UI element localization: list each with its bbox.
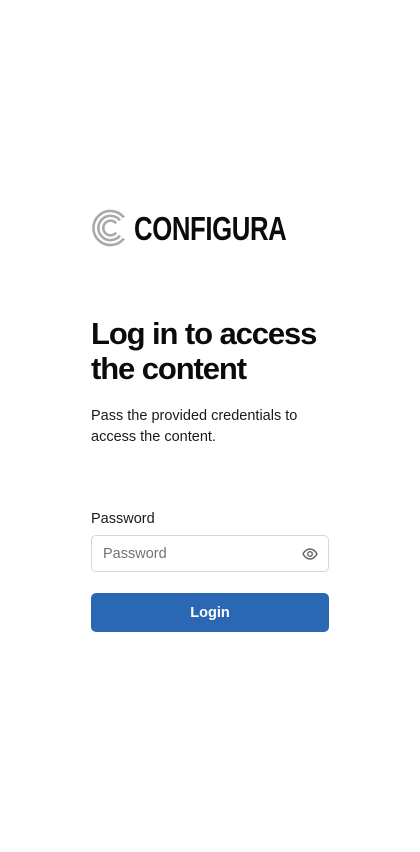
page-description: Pass the provided credentials to access … [91,408,298,445]
login-button[interactable]: Login [91,593,329,632]
login-panel: CONFIGURA Log in to access the content P… [91,203,329,632]
page-title: Log in to access the content [91,316,317,386]
password-field [91,535,329,572]
brand-name: CONFIGURA [133,209,287,247]
login-form: Password Login [91,509,329,632]
password-label: Password [91,511,155,527]
eye-icon[interactable] [302,547,318,561]
password-input[interactable] [92,536,293,571]
brand-logo: CONFIGURA [91,203,329,253]
configura-c-logo-icon [92,209,125,247]
